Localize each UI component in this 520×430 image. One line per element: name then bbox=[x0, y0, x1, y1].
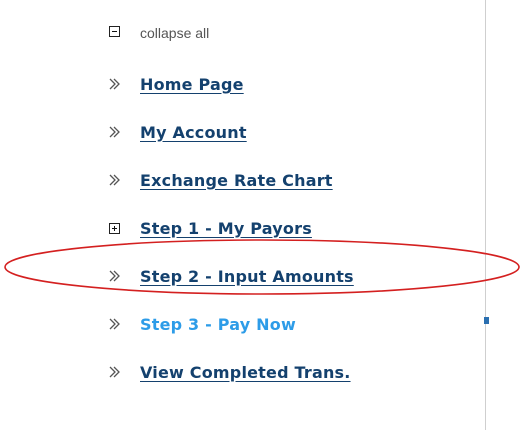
chevron-right-icon bbox=[108, 318, 140, 330]
highlight-ellipse-annotation bbox=[4, 239, 520, 295]
home-page-link[interactable]: Home Page bbox=[140, 75, 244, 94]
nav-item-home-page: Home Page bbox=[108, 60, 488, 108]
chevron-right-icon bbox=[108, 78, 140, 90]
exchange-rate-chart-link[interactable]: Exchange Rate Chart bbox=[140, 171, 333, 190]
collapse-all-label: collapse all bbox=[140, 25, 210, 41]
view-completed-trans-link[interactable]: View Completed Trans. bbox=[140, 363, 351, 382]
collapse-all-toggle[interactable]: collapse all bbox=[108, 26, 488, 60]
chevron-right-icon bbox=[108, 366, 140, 378]
nav-item-exchange-rate-chart: Exchange Rate Chart bbox=[108, 156, 488, 204]
nav-item-my-account: My Account bbox=[108, 108, 488, 156]
step-3-pay-now-link[interactable]: Step 3 - Pay Now bbox=[140, 315, 296, 334]
plus-box-icon[interactable] bbox=[108, 222, 140, 234]
nav-item-view-completed-trans: View Completed Trans. bbox=[108, 348, 488, 396]
nav-item-step-3-pay-now: Step 3 - Pay Now bbox=[108, 300, 488, 348]
minus-box-icon bbox=[108, 26, 140, 37]
chevron-right-icon bbox=[108, 174, 140, 186]
my-account-link[interactable]: My Account bbox=[140, 123, 247, 142]
chevron-right-icon bbox=[108, 126, 140, 138]
sidebar-nav: collapse all Home Page My Account Exchan… bbox=[108, 26, 488, 396]
step-1-my-payors-link[interactable]: Step 1 - My Payors bbox=[140, 219, 312, 238]
